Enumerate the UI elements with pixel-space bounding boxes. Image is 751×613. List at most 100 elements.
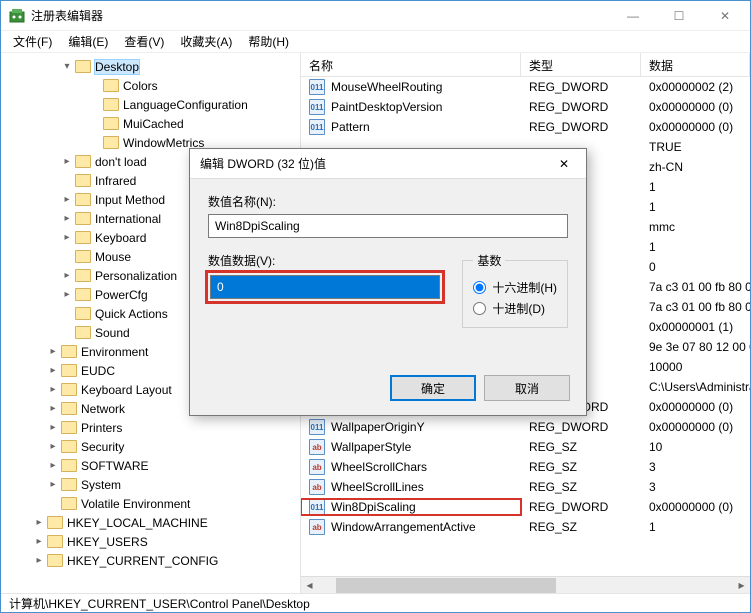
value-row[interactable]: 011Win8DpiScalingREG_DWORD0x00000000 (0) xyxy=(301,497,750,517)
value-name: Pattern xyxy=(331,120,370,134)
tree-item-label: Input Method xyxy=(95,193,165,207)
scroll-right-icon[interactable]: ▸ xyxy=(733,577,750,594)
ok-button[interactable]: 确定 xyxy=(390,375,476,401)
expand-icon[interactable]: ▸ xyxy=(47,479,59,490)
value-row[interactable]: 011WallpaperOriginYREG_DWORD0x00000000 (… xyxy=(301,417,750,437)
value-row[interactable]: 011MouseWheelRoutingREG_DWORD0x00000002 … xyxy=(301,77,750,97)
col-data[interactable]: 数据 xyxy=(641,53,750,76)
expand-icon[interactable]: ▸ xyxy=(61,194,73,205)
value-type: REG_DWORD xyxy=(521,100,641,114)
value-data: 10 xyxy=(641,440,750,454)
expand-icon[interactable]: ▸ xyxy=(61,232,73,243)
base-group: 基数 十六进制(H) 十进制(D) xyxy=(462,252,568,328)
value-data-input[interactable] xyxy=(210,275,440,299)
tree-item[interactable]: ▸System xyxy=(5,475,300,494)
folder-icon xyxy=(61,402,77,415)
expand-icon[interactable]: ▸ xyxy=(47,441,59,452)
expand-icon[interactable]: ▸ xyxy=(61,156,73,167)
menu-file[interactable]: 文件(F) xyxy=(7,31,58,52)
expand-icon[interactable]: ▸ xyxy=(47,365,59,376)
value-row[interactable]: abWindowArrangementActiveREG_SZ1 xyxy=(301,517,750,537)
tree-item[interactable]: ▸MuiCached xyxy=(5,114,300,133)
expand-icon[interactable]: ▸ xyxy=(47,384,59,395)
folder-icon xyxy=(61,478,77,491)
tree-item-label: HKEY_LOCAL_MACHINE xyxy=(67,516,208,530)
dialog-titlebar[interactable]: 编辑 DWORD (32 位)值 ✕ xyxy=(190,149,586,179)
dialog-close-button[interactable]: ✕ xyxy=(544,150,584,178)
value-data: C:\Users\Administra xyxy=(641,380,750,394)
folder-icon xyxy=(75,231,91,244)
tree-item-label: Keyboard Layout xyxy=(81,383,172,397)
tree-item[interactable]: ▸HKEY_CURRENT_CONFIG xyxy=(5,551,300,570)
dword-value-icon: 011 xyxy=(309,79,325,95)
tree-item[interactable]: ▾ Desktop xyxy=(5,57,300,76)
expand-icon[interactable]: ▸ xyxy=(61,213,73,224)
folder-icon xyxy=(61,383,77,396)
value-data: 1 xyxy=(641,240,750,254)
close-button[interactable]: ✕ xyxy=(702,1,748,31)
expand-icon[interactable]: ▸ xyxy=(47,346,59,357)
tree-item-label: Keyboard xyxy=(95,231,146,245)
expand-icon[interactable]: ▾ xyxy=(61,61,73,72)
tree-item[interactable]: ▸Volatile Environment xyxy=(5,494,300,513)
tree-item-label: PowerCfg xyxy=(95,288,148,302)
tree-item-label: don't load xyxy=(95,155,147,169)
minimize-button[interactable]: — xyxy=(610,1,656,31)
value-row[interactable]: 011PatternREG_DWORD0x00000000 (0) xyxy=(301,117,750,137)
tree-item[interactable]: ▸Printers xyxy=(5,418,300,437)
scroll-left-icon[interactable]: ◂ xyxy=(301,577,318,594)
tree-item[interactable]: ▸LanguageConfiguration xyxy=(5,95,300,114)
col-name[interactable]: 名称 xyxy=(301,53,521,76)
dword-value-icon: 011 xyxy=(309,419,325,435)
value-data-label: 数值数据(V): xyxy=(208,252,442,269)
folder-icon xyxy=(61,421,77,434)
tree-item-label: HKEY_USERS xyxy=(67,535,148,549)
maximize-button[interactable]: ☐ xyxy=(656,1,702,31)
tree-item-label: Volatile Environment xyxy=(81,497,190,511)
string-value-icon: ab xyxy=(309,479,325,495)
expand-icon[interactable]: ▸ xyxy=(33,536,45,547)
menu-view[interactable]: 查看(V) xyxy=(118,31,170,52)
expand-icon[interactable]: ▸ xyxy=(61,289,73,300)
menu-help[interactable]: 帮助(H) xyxy=(242,31,295,52)
tree-item[interactable]: ▸Colors xyxy=(5,76,300,95)
menu-favorites[interactable]: 收藏夹(A) xyxy=(174,31,238,52)
value-data: 1 xyxy=(641,180,750,194)
expand-icon[interactable]: ▸ xyxy=(47,403,59,414)
tree-item-label: Environment xyxy=(81,345,148,359)
tree-item[interactable]: ▸ HKEY_LOCAL_MACHINE xyxy=(5,513,300,532)
value-name-input[interactable] xyxy=(208,214,568,238)
menu-edit[interactable]: 编辑(E) xyxy=(62,31,114,52)
folder-icon xyxy=(47,554,63,567)
expand-icon[interactable]: ▸ xyxy=(33,517,45,528)
tree-item[interactable]: ▸ HKEY_USERS xyxy=(5,532,300,551)
value-row[interactable]: 011PaintDesktopVersionREG_DWORD0x0000000… xyxy=(301,97,750,117)
folder-icon xyxy=(61,459,77,472)
tree-item-label: Mouse xyxy=(95,250,131,264)
value-row[interactable]: abWheelScrollLinesREG_SZ3 xyxy=(301,477,750,497)
expand-icon[interactable]: ▸ xyxy=(61,270,73,281)
tree-item[interactable]: ▸Security xyxy=(5,437,300,456)
dword-value-icon: 011 xyxy=(309,499,325,515)
value-data: 9e 3e 07 80 12 00 0 xyxy=(641,340,750,354)
value-row[interactable]: abWallpaperStyleREG_SZ10 xyxy=(301,437,750,457)
tree-item[interactable]: ▸SOFTWARE xyxy=(5,456,300,475)
value-type: REG_SZ xyxy=(521,460,641,474)
cancel-button[interactable]: 取消 xyxy=(484,375,570,401)
statusbar: 计算机\HKEY_CURRENT_USER\Control Panel\Desk… xyxy=(1,593,750,613)
expand-icon[interactable]: ▸ xyxy=(33,555,45,566)
tree-item-label: Quick Actions xyxy=(95,307,168,321)
radio-hex[interactable] xyxy=(473,281,486,294)
tree-item-label: Personalization xyxy=(95,269,177,283)
col-type[interactable]: 类型 xyxy=(521,53,641,76)
radio-dec-label: 十进制(D) xyxy=(492,300,545,317)
expand-icon[interactable]: ▸ xyxy=(47,422,59,433)
expand-icon[interactable]: ▸ xyxy=(47,460,59,471)
tree-item-label: Desktop xyxy=(95,60,139,74)
value-type: REG_DWORD xyxy=(521,500,641,514)
scrollbar-horizontal[interactable]: ◂ ▸ xyxy=(301,576,750,593)
tree-item-label: LanguageConfiguration xyxy=(123,98,248,112)
value-row[interactable]: abWheelScrollCharsREG_SZ3 xyxy=(301,457,750,477)
radio-dec[interactable] xyxy=(473,302,486,315)
scroll-thumb[interactable] xyxy=(336,578,556,593)
